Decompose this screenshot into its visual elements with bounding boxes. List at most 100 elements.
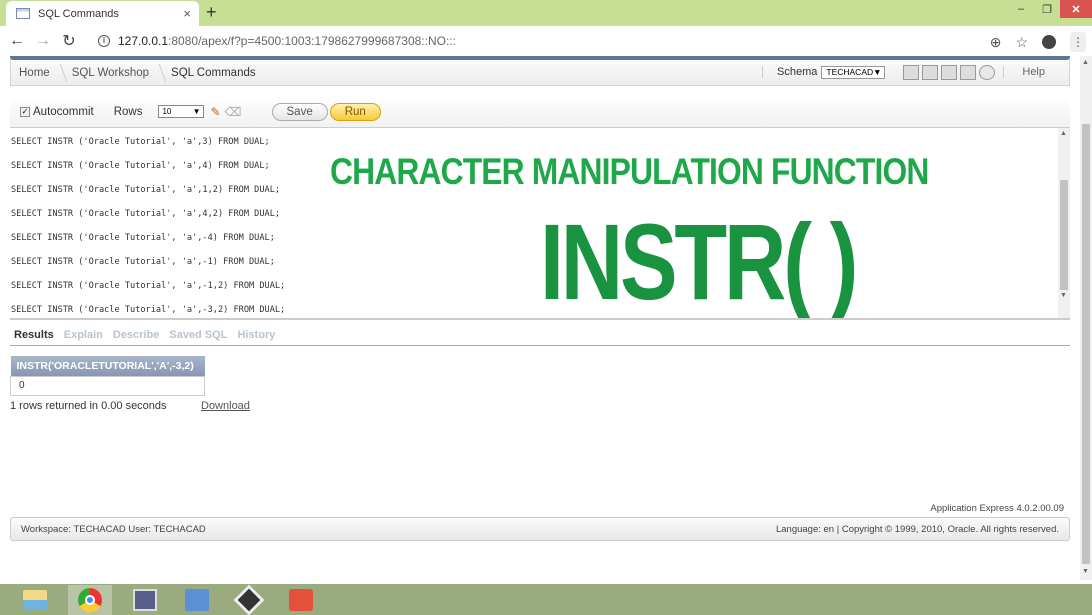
result-header-row: INSTR('ORACLETUTORIAL','A',-3,2) (10, 356, 205, 376)
tab-saved-sql[interactable]: Saved SQL (169, 329, 227, 341)
tool-icon (233, 583, 265, 615)
rows-value: 10 (162, 107, 172, 116)
restore-button[interactable]: ❐ (1034, 0, 1060, 18)
schema-area: Schema TECHACAD ▼ Help (762, 60, 1069, 84)
tab-title: SQL Commands (38, 7, 119, 20)
rows-returned-status: 1 rows returned in 0.00 seconds (10, 400, 167, 412)
result-table: INSTR('ORACLETUTORIAL','A',-3,2) 0 (10, 356, 205, 396)
schema-select[interactable]: TECHACAD ▼ (821, 65, 886, 79)
window-controls: – ❐ ✕ (1008, 0, 1092, 18)
sql-line: SELECT INSTR ('Oracle Tutorial', 'a',4,2… (11, 209, 281, 219)
url-field[interactable]: i 127.0.0.1 :8080/apex/f?p=4500:1003:179… (98, 34, 456, 48)
scroll-up-icon[interactable]: ▲ (1060, 130, 1067, 137)
taskbar-search-app[interactable] (178, 585, 216, 615)
sql-line: SELECT INSTR ('Oracle Tutorial', 'a',4) … (11, 161, 270, 171)
address-bar-actions: ⊕ ☆ ⋮ (990, 32, 1086, 52)
taskbar-tool-app[interactable] (230, 583, 268, 615)
result-cell: 0 (10, 375, 205, 396)
breadcrumb-sql-workshop[interactable]: SQL Workshop (64, 67, 157, 79)
page-footer: Workspace: TECHACAD User: TECHACAD Langu… (10, 517, 1070, 541)
sql-scripts-icon[interactable] (941, 64, 958, 80)
tool-icons (903, 64, 996, 80)
tab-history[interactable]: History (237, 329, 275, 341)
close-tab-icon[interactable]: × (183, 6, 191, 21)
taskbar-virtual-machine[interactable] (126, 585, 164, 615)
taskbar (0, 580, 1092, 615)
page-scroll-thumb[interactable] (1082, 124, 1090, 564)
url-path: :8080/apex/f?p=4500:1003:179862799968730… (168, 34, 456, 48)
breadcrumb-sql-commands: SQL Commands (171, 66, 256, 79)
new-tab-button[interactable]: + (206, 2, 217, 23)
scroll-down-icon[interactable]: ▼ (1082, 568, 1089, 575)
sql-line: SELECT INSTR ('Oracle Tutorial', 'a',-4)… (11, 233, 275, 243)
magnifier-window-icon (185, 588, 209, 611)
autocommit-checkbox[interactable]: ✓ (20, 106, 30, 117)
apex-version: Application Express 4.0.2.00.09 (930, 503, 1064, 514)
browser-menu-icon[interactable]: ⋮ (1070, 32, 1086, 52)
scroll-up-icon[interactable]: ▲ (1082, 59, 1089, 66)
help-link[interactable]: Help (1003, 66, 1069, 78)
pencil-icon[interactable]: ✎ (210, 105, 220, 119)
page-scrollbar[interactable]: ▲ ▼ (1080, 56, 1092, 580)
browser-tab-bar: SQL Commands × + – ❐ ✕ (0, 0, 1092, 26)
sql-lines: SELECT INSTR ('Oracle Tutorial', 'a',3) … (10, 130, 286, 318)
info-icon[interactable]: i (98, 35, 110, 47)
download-link[interactable]: Download (201, 400, 250, 412)
overlay-title: CHARACTER MANIPULATION FUNCTION (330, 151, 929, 192)
reload-icon[interactable]: ↻ (56, 31, 82, 51)
editor-scroll-thumb[interactable] (1060, 180, 1068, 290)
bookmark-star-icon[interactable]: ☆ (1015, 34, 1028, 51)
schema-value: TECHACAD (826, 67, 874, 77)
overlay-function-name: INSTR( ) (540, 201, 858, 320)
address-bar: ← → ↻ i 127.0.0.1 :8080/apex/f?p=4500:10… (0, 26, 1092, 56)
sql-line: SELECT INSTR ('Oracle Tutorial', 'a',-1)… (11, 257, 275, 267)
taskbar-chrome[interactable] (68, 584, 112, 615)
sql-line: SELECT INSTR ('Oracle Tutorial', 'a',1,2… (11, 185, 281, 195)
copyright-info: Language: en | Copyright © 1999, 2010, O… (775, 523, 1059, 535)
editor-scrollbar[interactable]: ▲ ▼ (1058, 128, 1070, 318)
result-column-header: INSTR('ORACLETUTORIAL','A',-3,2) (10, 356, 205, 376)
browser-tab[interactable]: SQL Commands × (6, 1, 199, 26)
close-window-button[interactable]: ✕ (1060, 0, 1092, 18)
dropdown-arrow-icon: ▼ (873, 67, 882, 77)
run-button[interactable]: Run (329, 102, 381, 121)
minimize-button[interactable]: – (1008, 0, 1034, 18)
query-builder-icon[interactable] (960, 64, 977, 80)
virtual-machine-icon (133, 588, 157, 611)
scroll-down-icon[interactable]: ▼ (1060, 292, 1067, 299)
gear-icon[interactable] (979, 64, 996, 80)
sql-line: SELECT INSTR ('Oracle Tutorial', 'a',-1,… (11, 281, 286, 291)
dropdown-arrow-icon: ▼ (192, 107, 201, 116)
sql-line: SELECT INSTR ('Oracle Tutorial', 'a',-3,… (11, 305, 286, 315)
tab-results[interactable]: Results (14, 329, 54, 341)
workspace-info: Workspace: TECHACAD User: TECHACAD (21, 523, 206, 535)
sql-editor-icon[interactable] (903, 64, 920, 80)
eraser-icon[interactable]: ⌫ (225, 105, 242, 119)
page-favicon-icon (16, 8, 30, 19)
forward-arrow-icon[interactable]: → (30, 32, 56, 50)
autocommit-label: Autocommit (33, 105, 94, 118)
chrome-icon (78, 587, 102, 612)
result-tabs: Results Explain Describe Saved SQL History (10, 324, 1070, 346)
taskbar-file-explorer[interactable] (16, 585, 54, 615)
profile-avatar-icon[interactable] (1042, 35, 1056, 49)
sql-line: SELECT INSTR ('Oracle Tutorial', 'a',3) … (11, 137, 270, 147)
url-host: 127.0.0.1 (118, 34, 169, 48)
powerpoint-icon (289, 588, 313, 611)
breadcrumb-home[interactable]: Home (11, 67, 58, 79)
zoom-icon[interactable]: ⊕ (990, 34, 1002, 51)
schema-label: Schema (762, 66, 817, 78)
sql-editor[interactable]: SELECT INSTR ('Oracle Tutorial', 'a',3) … (10, 128, 1070, 320)
save-button[interactable]: Save (271, 102, 328, 121)
table-row: 0 (10, 375, 205, 396)
tab-explain[interactable]: Explain (64, 329, 103, 341)
sql-command-icon[interactable] (922, 64, 939, 80)
back-arrow-icon[interactable]: ← (4, 32, 30, 50)
taskbar-powerpoint[interactable] (282, 585, 320, 615)
tab-describe[interactable]: Describe (113, 329, 159, 341)
rows-label: Rows (113, 105, 143, 118)
apex-page: Home SQL Workshop SQL Commands Schema TE… (0, 56, 1080, 580)
rows-select[interactable]: 10 ▼ (158, 105, 205, 118)
command-toolbar: ✓ Autocommit Rows 10 ▼ ✎ ⌫ Save Run (10, 96, 1070, 128)
folder-icon (23, 589, 47, 610)
